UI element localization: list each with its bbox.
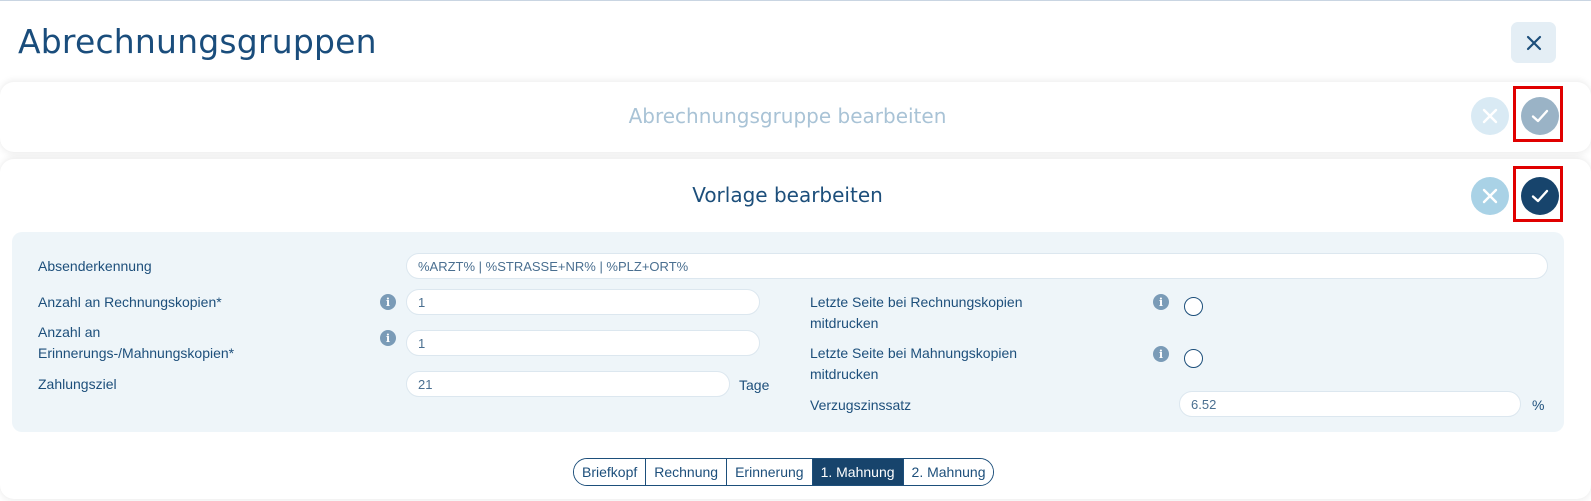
close-icon: [1482, 188, 1498, 204]
last-page-reminder-label: Letzte Seite bei Mahnungskopien mitdruck…: [810, 343, 1017, 385]
interest-rate-input[interactable]: [1179, 391, 1521, 417]
last-page-invoice-label-line2: mitdrucken: [810, 315, 879, 331]
tab-briefkopf[interactable]: Briefkopf: [574, 459, 647, 485]
template-tabs: Briefkopf Rechnung Erinnerung 1. Mahnung…: [573, 458, 995, 486]
payment-term-label: Zahlungsziel: [38, 376, 117, 392]
info-icon[interactable]: i: [380, 294, 396, 310]
sender-id-label: Absenderkennung: [38, 258, 152, 274]
info-icon[interactable]: i: [1153, 346, 1169, 362]
last-page-reminder-radio[interactable]: [1184, 349, 1203, 368]
interest-rate-label: Verzugszinssatz: [810, 397, 912, 413]
payment-term-input[interactable]: [406, 371, 730, 397]
edit-group-title: Abrechnungsgruppe bearbeiten: [628, 104, 947, 128]
interest-rate-unit: %: [1532, 397, 1545, 413]
top-divider: [0, 0, 1591, 1]
payment-term-unit: Tage: [739, 377, 770, 393]
highlight-box: [1513, 86, 1563, 142]
close-icon: [1526, 35, 1541, 50]
reminder-copies-label-line1: Anzahl an: [38, 324, 101, 340]
edit-template-panel: Vorlage bearbeiten Absenderkennung Anzah…: [0, 159, 1591, 499]
last-page-invoice-label-line1: Letzte Seite bei Rechnungskopien: [810, 294, 1023, 310]
edit-group-panel: Abrechnungsgruppe bearbeiten: [0, 82, 1591, 152]
page-title: Abrechnungsgruppen: [18, 22, 377, 61]
edit-template-title: Vorlage bearbeiten: [692, 183, 883, 207]
reminder-copies-label-line2: Erinnerungs-/Mahnungskopien*: [38, 345, 235, 361]
tab-rechnung[interactable]: Rechnung: [646, 459, 728, 485]
reminder-copies-input[interactable]: [406, 330, 760, 356]
highlight-box: [1513, 166, 1563, 222]
tab-1-mahnung[interactable]: 1. Mahnung: [812, 459, 904, 485]
invoice-copies-input[interactable]: [406, 289, 760, 315]
reminder-copies-label: Anzahl an Erinnerungs-/Mahnungskopien*: [38, 322, 234, 364]
template-form: Absenderkennung Anzahl an Rechnungskopie…: [12, 232, 1564, 432]
last-page-reminder-label-line1: Letzte Seite bei Mahnungskopien: [810, 345, 1018, 361]
info-icon[interactable]: i: [1153, 294, 1169, 310]
tab-erinnerung[interactable]: Erinnerung: [727, 459, 813, 485]
close-dialog-button[interactable]: [1511, 22, 1556, 63]
cancel-group-button[interactable]: [1471, 97, 1509, 135]
info-icon[interactable]: i: [380, 330, 396, 346]
last-page-reminder-label-line2: mitdrucken: [810, 366, 879, 382]
close-icon: [1482, 108, 1498, 124]
sender-id-input[interactable]: [406, 253, 1548, 279]
last-page-invoice-label: Letzte Seite bei Rechnungskopien mitdruc…: [810, 292, 1022, 334]
cancel-template-button[interactable]: [1471, 177, 1509, 215]
invoice-copies-label: Anzahl an Rechnungskopien*: [38, 294, 222, 310]
tab-2-mahnung[interactable]: 2. Mahnung: [903, 459, 994, 485]
last-page-invoice-radio[interactable]: [1184, 297, 1203, 316]
